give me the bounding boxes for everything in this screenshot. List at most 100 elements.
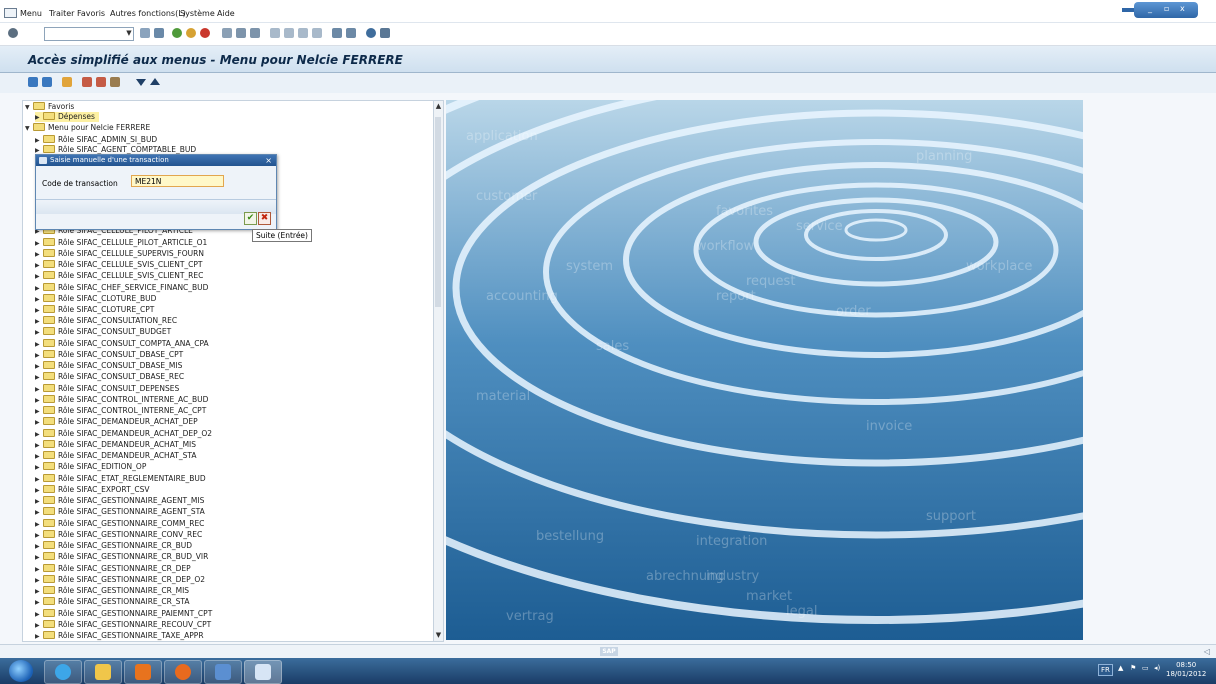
expand-right-icon[interactable]: ▶ [35,486,43,496]
expand-right-icon[interactable]: ▶ [35,553,43,563]
tree-node-role[interactable]: ▶ Rôle SIFAC_CELLULE_SVIS_CLIENT_REC [35,271,203,281]
back-arrow-icon[interactable] [140,28,150,38]
move-down-icon[interactable] [136,79,146,86]
tree-node-role[interactable]: ▶ Rôle SIFAC_CONSULTATION_REC [35,316,177,326]
scroll-up-icon[interactable]: ▲ [435,102,442,110]
tree-node-role[interactable]: ▶ Rôle SIFAC_DEMANDEUR_ACHAT_DEP [35,417,198,427]
tree-node-role[interactable]: ▶ Rôle SIFAC_GESTIONNAIRE_CR_MIS [35,586,189,596]
expand-right-icon[interactable]: ▶ [35,250,43,260]
expand-right-icon[interactable]: ▶ [35,306,43,316]
move-up-icon[interactable] [150,78,160,85]
previous-page-icon[interactable] [284,28,294,38]
expand-right-icon[interactable]: ▶ [35,632,43,641]
tree-node-favoris[interactable]: ▼ Favoris [25,102,74,112]
minimize-button[interactable]: _ [1148,4,1152,13]
expand-right-icon[interactable]: ▶ [35,531,43,541]
tree-node-role[interactable]: ▶ Rôle SIFAC_CELLULE_PILOT_ARTICLE_O1 [35,238,207,248]
expand-right-icon[interactable]: ▶ [35,272,43,282]
tree-node-role[interactable]: ▶ Rôle SIFAC_CONSULT_BUDGET [35,327,171,337]
chevron-down-icon[interactable]: ▼ [124,27,134,39]
expand-right-icon[interactable]: ▶ [35,113,43,123]
taskbar-ie-button[interactable] [44,660,82,684]
expand-right-icon[interactable]: ▶ [35,295,43,305]
taskbar-media-button[interactable] [124,660,162,684]
add-favorite-icon[interactable] [82,77,92,87]
taskbar-explorer-button[interactable] [84,660,122,684]
restore-button[interactable]: ▫ [1164,4,1169,13]
favorites-icon[interactable] [62,77,72,87]
new-session-icon[interactable] [332,28,342,38]
tree-node-role[interactable]: ▶ Rôle SIFAC_DEMANDEUR_ACHAT_STA [35,451,196,461]
expand-right-icon[interactable]: ▶ [35,508,43,518]
cancel-button[interactable]: ✖ [258,212,271,225]
expand-right-icon[interactable]: ▶ [35,351,43,361]
expand-right-icon[interactable]: ▶ [35,284,43,294]
scroll-down-icon[interactable]: ▼ [435,631,442,639]
tree-node-role[interactable]: ▶ Rôle SIFAC_GESTIONNAIRE_CR_DEP_O2 [35,575,205,585]
language-indicator[interactable]: FR [1098,664,1113,676]
exit-icon[interactable] [186,28,196,38]
tree-node-role[interactable]: ▶ Rôle SIFAC_CONSULT_DEPENSES [35,384,179,394]
tree-node-role[interactable]: ▶ Rôle SIFAC_GESTIONNAIRE_AGENT_STA [35,507,205,517]
tree-node-role[interactable]: ▶ Rôle SIFAC_DEMANDEUR_ACHAT_MIS [35,440,196,450]
layout-icon[interactable] [380,28,390,38]
save-icon[interactable] [154,28,164,38]
expand-right-icon[interactable]: ▶ [35,497,43,507]
command-field[interactable] [44,27,134,41]
expand-right-icon[interactable]: ▶ [35,385,43,395]
tree-node-role[interactable]: ▶ Rôle SIFAC_CELLULE_SUPERVIS_FOURN [35,249,204,259]
expand-right-icon[interactable]: ▶ [35,239,43,249]
help-icon[interactable] [366,28,376,38]
tree-node-role[interactable]: ▶ Rôle SIFAC_CELLULE_SVIS_CLIENT_CPT [35,260,203,270]
shortcut-icon[interactable] [346,28,356,38]
cancel-icon[interactable] [200,28,210,38]
tree-node-role[interactable]: ▶ Rôle SIFAC_CONSULT_DBASE_CPT [35,350,183,360]
tree-node-role[interactable]: ▶ Rôle SIFAC_CONTROL_INTERNE_AC_BUD [35,395,208,405]
enter-icon[interactable] [8,28,18,38]
expand-down-icon[interactable]: ▼ [25,103,33,113]
change-favorite-icon[interactable] [110,77,120,87]
expand-down-icon[interactable]: ▼ [25,124,33,134]
find-icon[interactable] [236,28,246,38]
tree-node-role[interactable]: ▶ Rôle SIFAC_CONSULT_COMPTA_ANA_CPA [35,339,209,349]
expand-right-icon[interactable]: ▶ [35,407,43,417]
menu-item-traiter[interactable]: Traiter [49,9,74,18]
last-page-icon[interactable] [312,28,322,38]
tree-node-role[interactable]: ▶ Rôle SIFAC_EXPORT_CSV [35,485,150,495]
tree-node-role[interactable]: ▶ Rôle SIFAC_GESTIONNAIRE_COMM_REC [35,519,204,529]
expand-right-icon[interactable]: ▶ [35,475,43,485]
tree-node-role[interactable]: ▶ Rôle SIFAC_GESTIONNAIRE_CONV_REC [35,530,202,540]
tree-node-role[interactable]: ▶ Rôle SIFAC_GESTIONNAIRE_CR_BUD [35,541,192,551]
network-icon[interactable]: ▭ [1142,664,1149,672]
clock[interactable]: 08:50 18/01/2012 [1166,661,1206,679]
expand-right-icon[interactable]: ▶ [35,598,43,608]
start-button[interactable] [9,660,33,682]
taskbar-sap-logon-button[interactable] [204,660,242,684]
expand-right-icon[interactable]: ▶ [35,520,43,530]
expand-right-icon[interactable]: ▶ [35,576,43,586]
volume-icon[interactable]: ◂) [1154,664,1160,672]
back-icon[interactable] [172,28,182,38]
menu-item-favoris[interactable]: Favoris [77,9,105,18]
expand-right-icon[interactable]: ▶ [35,418,43,428]
expand-right-icon[interactable]: ▶ [35,362,43,372]
expand-right-icon[interactable]: ▶ [35,610,43,620]
taskbar-sapgui-button[interactable] [244,660,282,684]
tree-node-role[interactable]: ▶ Rôle SIFAC_ETAT_REGLEMENTAIRE_BUD [35,474,206,484]
status-expand-icon[interactable]: ◁ [1204,647,1210,656]
expand-right-icon[interactable]: ▶ [35,565,43,575]
tray-expand-icon[interactable]: ▲ [1118,664,1123,672]
find-next-icon[interactable] [250,28,260,38]
tree-node-role[interactable]: ▶ Rôle SIFAC_GESTIONNAIRE_AGENT_MIS [35,496,204,506]
menu-item-autres-fonctions[interactable]: Autres fonctions(L) [110,9,186,18]
expand-right-icon[interactable]: ▶ [35,261,43,271]
expand-right-icon[interactable]: ▶ [35,396,43,406]
expand-right-icon[interactable]: ▶ [35,463,43,473]
delete-favorite-icon[interactable] [96,77,106,87]
menu-item-systeme[interactable]: Système [180,9,215,18]
tree-node-role[interactable]: ▶ Rôle SIFAC_GESTIONNAIRE_PAIEMNT_CPT [35,609,212,619]
tree-node-role[interactable]: ▶ Rôle SIFAC_CHEF_SERVICE_FINANC_BUD [35,283,208,293]
tree-node-role[interactable]: ▶ Rôle SIFAC_GESTIONNAIRE_TAXE_APPR [35,631,204,641]
tree-node-role[interactable]: ▶ Rôle SIFAC_CLOTURE_CPT [35,305,154,315]
menu-item-menu[interactable]: Menu [20,9,42,18]
